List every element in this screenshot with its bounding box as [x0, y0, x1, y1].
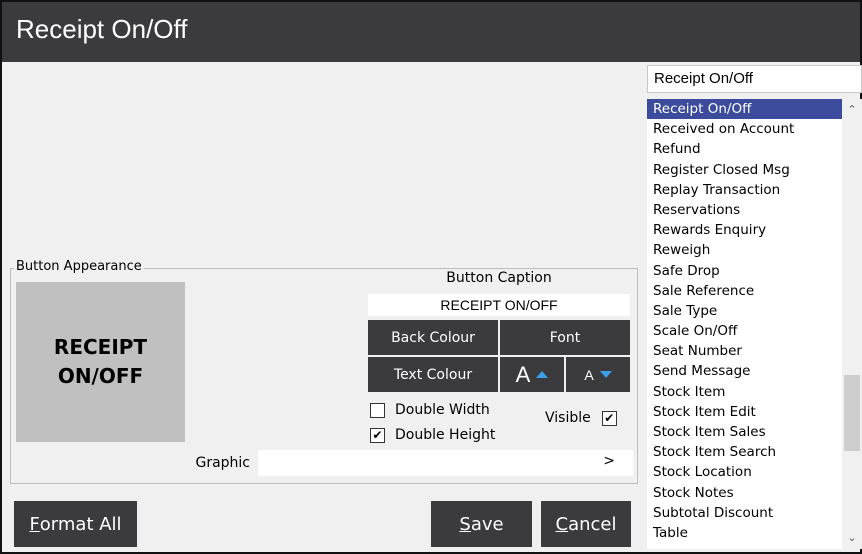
- visible-label: Visible: [545, 410, 591, 426]
- font-size-glyph-small: A: [584, 366, 594, 383]
- cancel-label: ancel: [568, 513, 617, 535]
- double-width-checkbox[interactable]: Double Width: [370, 402, 490, 418]
- function-list-item[interactable]: Safe Drop: [647, 261, 842, 281]
- graphic-input[interactable]: >: [258, 450, 633, 476]
- save-mnemonic: S: [459, 513, 471, 535]
- scroll-thumb[interactable]: [844, 375, 860, 451]
- function-list-item[interactable]: Stock Item: [647, 382, 842, 402]
- function-list-item[interactable]: Received on Account: [647, 119, 842, 139]
- function-list-item[interactable]: Send Message: [647, 361, 842, 381]
- arrow-up-icon: [536, 371, 549, 378]
- function-list-item[interactable]: Sale Reference: [647, 281, 842, 301]
- format-all-button[interactable]: Format All: [14, 501, 137, 547]
- function-list-item[interactable]: Stock Item Edit: [647, 402, 842, 422]
- function-list-item[interactable]: Replay Transaction: [647, 180, 842, 200]
- button-caption-label: Button Caption: [446, 270, 552, 286]
- visible-box[interactable]: ✔: [601, 410, 617, 426]
- function-list-item[interactable]: Stock Notes: [647, 483, 842, 503]
- dialog-window: Receipt On/Off Receipt On/Off Receipt On…: [0, 0, 862, 554]
- function-list-item[interactable]: Stock Location: [647, 462, 842, 482]
- function-search-input[interactable]: Receipt On/Off: [647, 65, 862, 93]
- button-preview: RECEIPT ON/OFF: [16, 282, 185, 442]
- format-all-mnemonic: F: [29, 513, 40, 535]
- font-button[interactable]: Font: [500, 320, 630, 355]
- function-list-item[interactable]: Rewards Enquiry: [647, 220, 842, 240]
- function-list-item[interactable]: Sale Type: [647, 301, 842, 321]
- back-colour-button[interactable]: Back Colour: [368, 320, 498, 355]
- save-button[interactable]: Save: [431, 501, 532, 547]
- function-list-item[interactable]: Register Closed Msg: [647, 160, 842, 180]
- graphic-label: Graphic: [195, 455, 250, 471]
- graphic-browse-arrow[interactable]: >: [603, 453, 615, 469]
- preview-line-1: RECEIPT: [53, 335, 148, 359]
- title-bar: Receipt On/Off: [2, 2, 860, 62]
- button-appearance-legend: Button Appearance: [14, 259, 144, 274]
- preview-line-2: ON/OFF: [57, 364, 144, 388]
- function-list[interactable]: Receipt On/Off Received on Account Refund R…: [647, 99, 842, 549]
- save-label: ave: [470, 513, 504, 535]
- text-colour-button[interactable]: Text Colour: [368, 357, 498, 392]
- function-list-item[interactable]: Receipt On/Off: [647, 99, 842, 120]
- function-list-item[interactable]: Table: [647, 523, 842, 543]
- font-size-increase-button[interactable]: A: [500, 357, 564, 392]
- chevron-up-icon[interactable]: ⌃: [842, 101, 862, 119]
- window-title: Receipt On/Off: [16, 14, 188, 44]
- cancel-mnemonic: C: [555, 513, 569, 535]
- function-list-scrollbar[interactable]: ⌃ ⌄: [842, 99, 862, 549]
- function-list-item[interactable]: Refund: [647, 139, 842, 159]
- function-list-item[interactable]: Stock Item Sales: [647, 422, 842, 442]
- function-list-item[interactable]: Stock Item Search: [647, 442, 842, 462]
- visible-checkbox[interactable]: Visible ✔: [545, 410, 617, 426]
- chevron-down-icon[interactable]: ⌄: [842, 529, 862, 547]
- cancel-button[interactable]: Cancel: [541, 501, 631, 547]
- function-list-item[interactable]: Scale On/Off: [647, 321, 842, 341]
- double-height-label: Double Height: [395, 427, 496, 443]
- button-caption-input[interactable]: RECEIPT ON/OFF: [368, 294, 630, 316]
- double-height-box[interactable]: ✔: [370, 427, 385, 443]
- arrow-down-icon: [599, 371, 612, 378]
- double-height-checkbox[interactable]: ✔ Double Height: [370, 427, 495, 443]
- function-list-item[interactable]: Reservations: [647, 200, 842, 220]
- font-size-decrease-button[interactable]: A: [566, 357, 630, 392]
- function-list-item[interactable]: Reweigh: [647, 240, 842, 260]
- double-width-label: Double Width: [395, 402, 490, 418]
- font-size-glyph-large: A: [515, 361, 531, 387]
- double-width-box[interactable]: [370, 402, 385, 418]
- function-list-item[interactable]: Subtotal Discount: [647, 503, 842, 523]
- function-list-item[interactable]: Seat Number: [647, 341, 842, 361]
- format-all-label: ormat All: [39, 513, 122, 535]
